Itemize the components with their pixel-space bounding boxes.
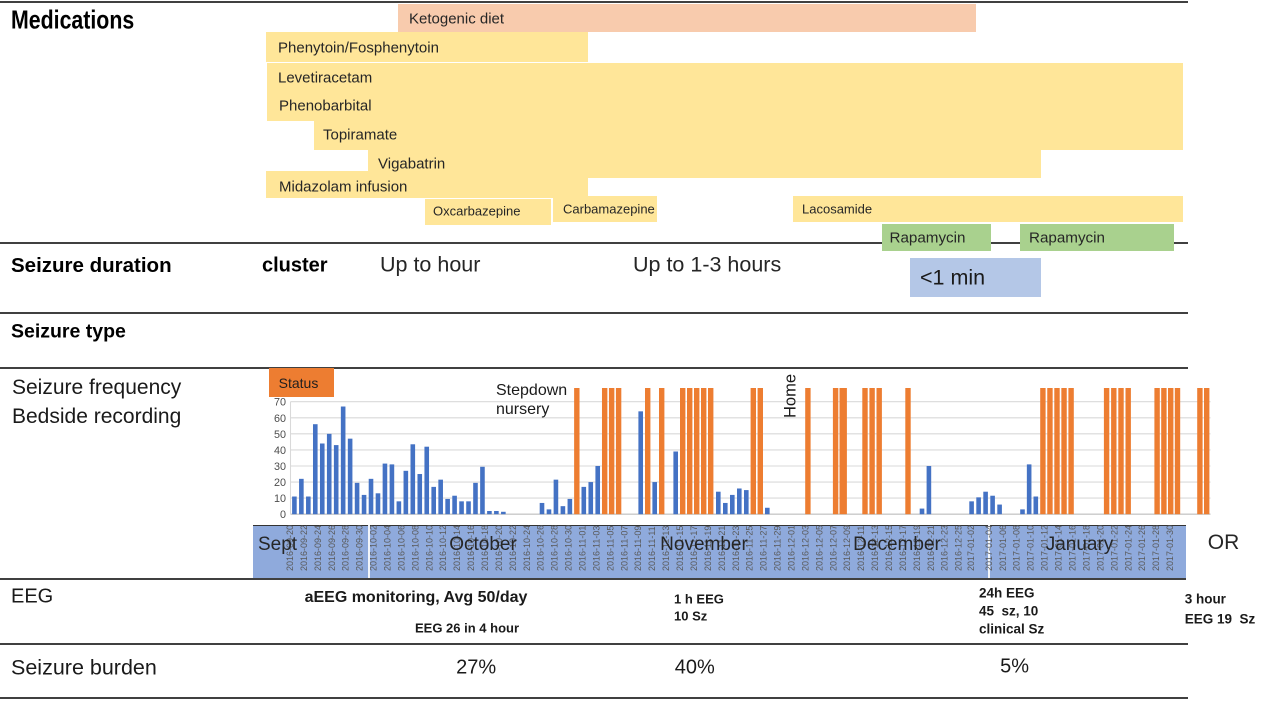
svg-text:2017-01-28: 2017-01-28 [1151,525,1161,571]
svg-text:2016-11-01: 2016-11-01 [578,526,588,571]
svg-text:40: 40 [274,445,286,457]
svg-text:2016-10-06: 2016-10-06 [396,525,406,571]
svg-text:2016-10-28: 2016-10-28 [550,525,560,571]
svg-text:2016-11-07: 2016-11-07 [619,526,629,571]
svg-text:60: 60 [274,413,286,425]
svg-text:2016-10-26: 2016-10-26 [536,525,546,571]
svg-text:2017-01-08: 2017-01-08 [1012,525,1022,571]
svg-text:2016-12-03: 2016-12-03 [800,525,810,571]
svg-text:2016-10-08: 2016-10-08 [410,525,420,571]
svg-text:2016-12-01: 2016-12-01 [787,525,797,571]
svg-text:2017-01-02: 2017-01-02 [966,525,976,571]
svg-text:2016-12-05: 2016-12-05 [814,525,824,571]
svg-text:2017-01-30: 2017-01-30 [1165,525,1175,571]
svg-text:10: 10 [274,493,286,505]
svg-text:2016-10-24: 2016-10-24 [522,525,532,571]
svg-text:50: 50 [274,429,286,441]
svg-text:2016-11-09: 2016-11-09 [633,526,643,571]
svg-text:2017-01-24: 2017-01-24 [1123,525,1133,571]
svg-text:20: 20 [274,477,286,489]
svg-text:0: 0 [280,509,286,521]
svg-text:2016-12-25: 2016-12-25 [954,525,964,571]
svg-text:2016-12-07: 2016-12-07 [828,525,838,571]
svg-text:2016-11-27: 2016-11-27 [759,526,769,571]
svg-text:2017-01-26: 2017-01-26 [1137,525,1147,571]
svg-text:2017-01-04: 2017-01-04 [984,525,994,571]
svg-text:2016-10-02: 2016-10-02 [369,525,379,571]
svg-text:2016-11-03: 2016-11-03 [592,526,602,571]
svg-text:2016-09-26: 2016-09-26 [327,525,337,571]
svg-text:2016-12-09: 2016-12-09 [842,525,852,571]
svg-text:2017-01-06: 2017-01-06 [998,525,1008,571]
svg-text:2016-11-05: 2016-11-05 [605,526,615,571]
svg-text:2016-10-30: 2016-10-30 [564,525,574,571]
svg-text:2017-01-10: 2017-01-10 [1026,525,1036,571]
svg-text:2016-09-24: 2016-09-24 [313,525,323,571]
svg-text:70: 70 [274,397,286,409]
svg-text:30: 30 [274,461,286,473]
svg-text:2016-10-12: 2016-10-12 [438,525,448,571]
svg-text:2016-12-23: 2016-12-23 [940,525,950,571]
svg-text:2016-11-29: 2016-11-29 [773,526,783,571]
svg-text:2016-09-30: 2016-09-30 [355,525,365,571]
svg-text:2016-09-28: 2016-09-28 [341,525,351,571]
svg-text:2016-11-11: 2016-11-11 [647,526,657,571]
svg-text:2016-10-10: 2016-10-10 [424,525,434,571]
svg-text:2016-09-22: 2016-09-22 [299,525,309,571]
svg-text:2016-10-04: 2016-10-04 [383,525,393,571]
